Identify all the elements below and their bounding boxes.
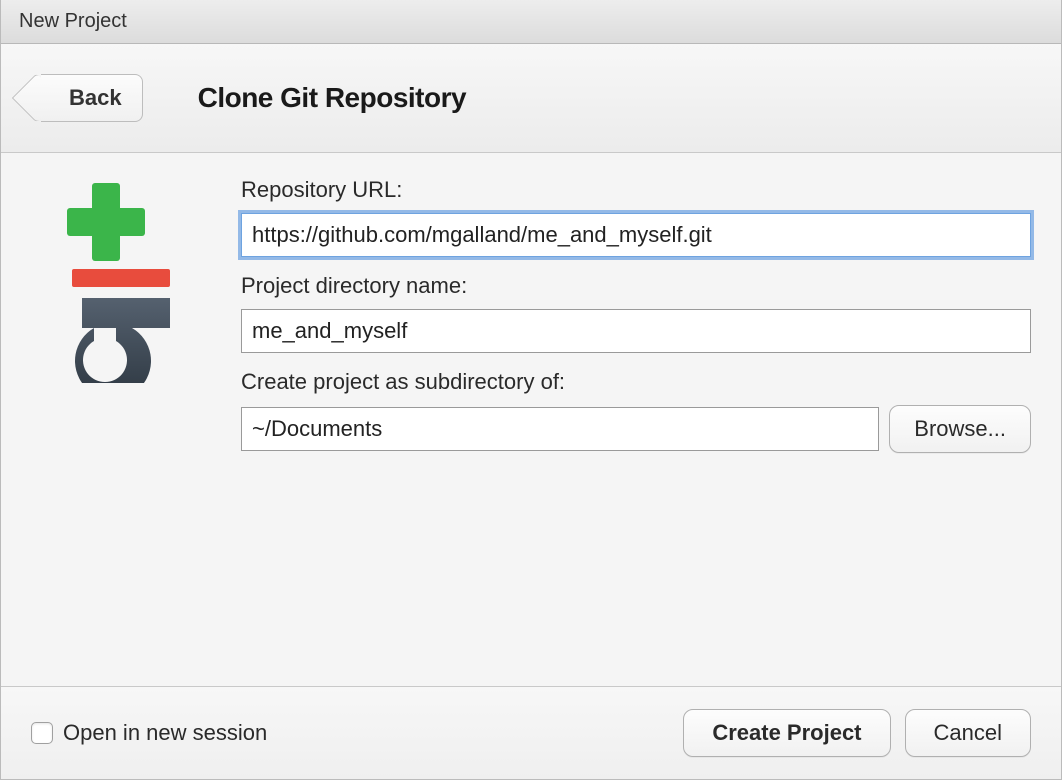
dialog-title: New Project bbox=[1, 0, 1061, 44]
subdir-label: Create project as subdirectory of: bbox=[241, 369, 1031, 395]
open-new-session-checkbox[interactable]: Open in new session bbox=[31, 720, 267, 746]
browse-button[interactable]: Browse... bbox=[889, 405, 1031, 453]
back-button-label: Back bbox=[69, 85, 122, 111]
cancel-button[interactable]: Cancel bbox=[905, 709, 1031, 757]
dialog-header: Back Clone Git Repository bbox=[1, 44, 1061, 153]
form-column: Repository URL: Project directory name: … bbox=[241, 177, 1031, 662]
git-logo-icon bbox=[42, 183, 170, 383]
repo-url-input[interactable] bbox=[241, 213, 1031, 257]
repo-url-label: Repository URL: bbox=[241, 177, 1031, 203]
page-title: Clone Git Repository bbox=[198, 82, 466, 114]
icon-column bbox=[31, 177, 181, 662]
create-project-button[interactable]: Create Project bbox=[683, 709, 890, 757]
project-dir-label: Project directory name: bbox=[241, 273, 1031, 299]
footer-buttons: Create Project Cancel bbox=[683, 709, 1031, 757]
dialog-footer: Open in new session Create Project Cance… bbox=[1, 686, 1061, 779]
open-new-session-label: Open in new session bbox=[63, 720, 267, 746]
back-button[interactable]: Back bbox=[41, 74, 143, 122]
new-project-dialog: New Project Back Clone Git Repository bbox=[0, 0, 1062, 780]
dialog-content: Repository URL: Project directory name: … bbox=[1, 153, 1061, 686]
project-dir-input[interactable] bbox=[241, 309, 1031, 353]
subdir-input[interactable] bbox=[241, 407, 879, 451]
checkbox-icon bbox=[31, 722, 53, 744]
subdir-row: Browse... bbox=[241, 405, 1031, 453]
